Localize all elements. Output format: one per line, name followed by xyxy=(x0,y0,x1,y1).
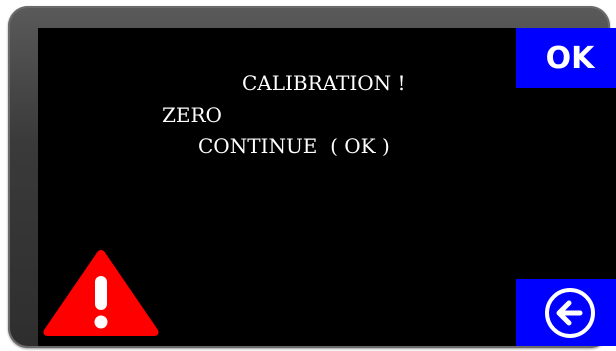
calibration-title: CALIBRATION ! xyxy=(242,71,406,95)
ok-button[interactable]: OK xyxy=(516,28,616,88)
device-bezel: CALIBRATION ! ZERO CONTINUE ( OK ) OK xyxy=(8,6,616,348)
arrow-left-circle-icon xyxy=(545,287,595,338)
warning-triangle-icon xyxy=(43,250,159,336)
continue-instruction: CONTINUE ( OK ) xyxy=(198,134,390,158)
display-screen: CALIBRATION ! ZERO CONTINUE ( OK ) OK xyxy=(38,28,616,346)
back-button[interactable] xyxy=(516,279,616,346)
ok-button-label: OK xyxy=(545,40,595,76)
zero-instruction: ZERO xyxy=(162,103,222,127)
